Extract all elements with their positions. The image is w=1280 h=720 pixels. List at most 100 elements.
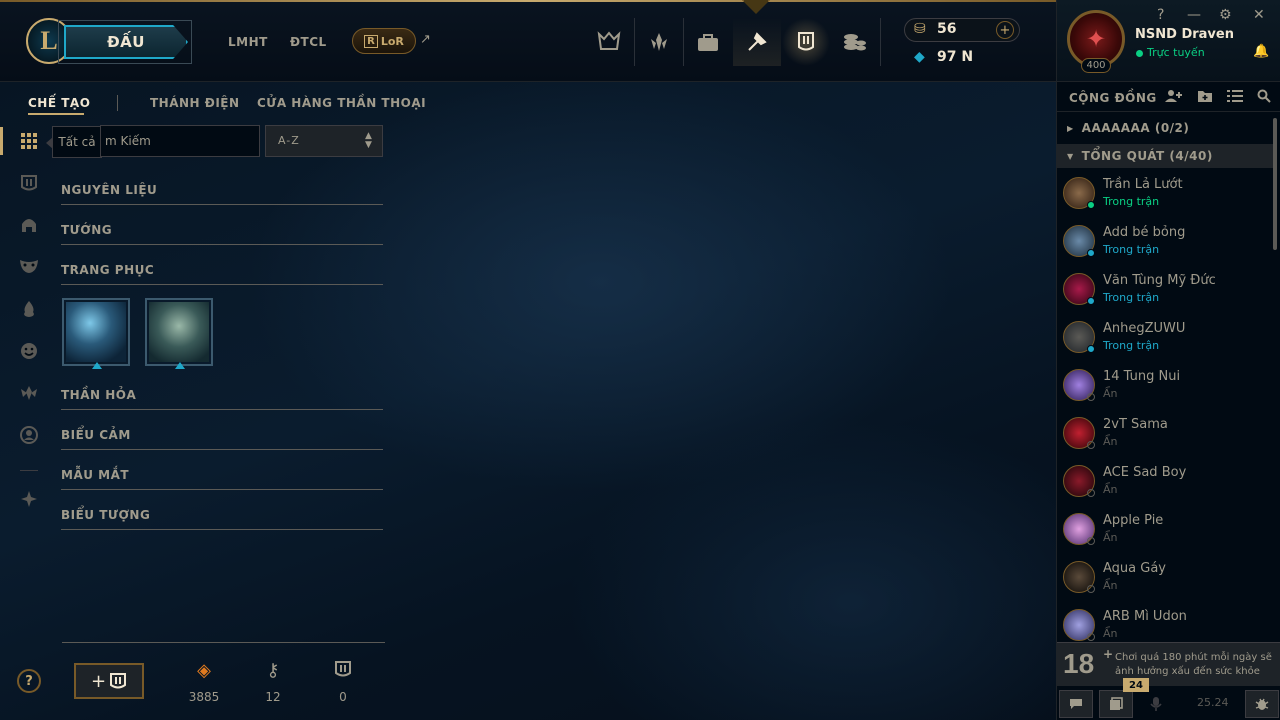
age-rating-plus: + [1103, 647, 1114, 661]
friend-status-dot [1087, 297, 1095, 305]
friend-status-dot [1087, 633, 1095, 641]
crafting-icon[interactable] [733, 18, 781, 66]
friend-list-item[interactable]: ARB Mì Udon Ẩn [1057, 603, 1273, 642]
category-skins[interactable]: TRANG PHỤC [61, 263, 383, 285]
filter-skins-icon[interactable] [16, 253, 42, 279]
friend-name: Trần Lả Lướt [1103, 177, 1183, 192]
friend-group-label: AAAAAAA (0/2) [1081, 121, 1190, 135]
nav-lor-label: LoR [380, 34, 404, 48]
skin-shard-tile[interactable] [62, 298, 130, 369]
blue-essence-icon: ◆ [914, 49, 925, 65]
help-button[interactable]: ? [17, 669, 41, 693]
add-chest-button[interactable]: + [74, 663, 144, 699]
rarity-indicator-icon [175, 362, 185, 369]
health-notice-text: Chơi quá 180 phút mỗi ngày sẽ ảnh hưởng … [1115, 652, 1272, 677]
friend-group[interactable]: ▶ AAAAAAA (0/2) [1057, 116, 1273, 140]
friend-status: Ẩn [1103, 387, 1118, 400]
chest-icon [110, 673, 127, 689]
tab-mythic-shop[interactable]: CỬA HÀNG THẦN THOẠI [257, 96, 426, 110]
skin-shard-tile[interactable] [145, 298, 213, 369]
friend-list-item[interactable]: Apple Pie Ẩn [1057, 507, 1273, 555]
voice-mic-icon[interactable] [1139, 690, 1173, 718]
filter-materials-icon[interactable] [16, 170, 42, 196]
settings-gear-icon[interactable]: ⚙ [1219, 7, 1232, 23]
filter-icons-icon[interactable] [16, 422, 42, 448]
bottom-divider [62, 642, 385, 643]
friend-list-item[interactable]: ACE Sad Boy Ẩn [1057, 459, 1273, 507]
friend-list-item[interactable]: 2vT Sama Ẩn [1057, 411, 1273, 459]
bug-report-icon[interactable] [1245, 690, 1279, 718]
filter-wards-icon[interactable] [16, 296, 42, 322]
online-status-text[interactable]: Trực tuyến [1147, 46, 1205, 59]
friend-status: Trong trận [1103, 243, 1160, 256]
friend-name: 2vT Sama [1103, 417, 1168, 432]
play-button[interactable]: ĐẤU [64, 25, 188, 59]
nav-dtcl[interactable]: ĐTCL [290, 35, 327, 49]
subnav-separator [117, 95, 118, 111]
friend-list-item[interactable]: Add bé bỏng Trong trận [1057, 219, 1273, 267]
filter-champions-icon[interactable] [16, 212, 42, 238]
buy-rp-button[interactable]: + [996, 21, 1014, 39]
close-icon[interactable]: ✕ [1253, 7, 1265, 23]
search-icon[interactable] [1257, 89, 1271, 107]
chest-count-icon [333, 660, 353, 683]
filter-tooltip: Tất cả [46, 126, 102, 158]
add-friend-icon[interactable] [1165, 89, 1183, 107]
rp-amount: 56 [937, 21, 957, 37]
chests-amount: 0 [339, 690, 347, 704]
filter-emotes-icon[interactable] [16, 338, 42, 364]
minimize-icon[interactable]: — [1187, 7, 1201, 23]
category-materials[interactable]: NGUYÊN LIỆU [61, 183, 383, 205]
caret-right-icon: ▶ [1067, 123, 1074, 133]
nav-lor-button[interactable]: R LoR [352, 28, 416, 54]
collection-icon[interactable] [782, 18, 830, 66]
friend-status-dot [1087, 201, 1095, 209]
friend-list-item[interactable]: Trần Lả Lướt Trong trận [1057, 171, 1273, 219]
search-input[interactable]: m Kiếm [100, 125, 260, 157]
sort-caret-icon: ▲ ▼ [365, 131, 373, 150]
loot-coins-icon[interactable] [831, 18, 879, 66]
ranked-icon[interactable] [635, 18, 683, 66]
skin-shard-image [149, 302, 209, 362]
filter-eye-colors-icon[interactable] [16, 380, 42, 406]
friend-group-label: TỔNG QUÁT (4/40) [1081, 149, 1213, 163]
profile-header: ✦ 400 NSND Draven Trực tuyến ? — ⚙ ✕ 🔔 [1057, 0, 1280, 82]
tab-sanctum[interactable]: THÁNH ĐIỆN [150, 96, 240, 110]
friend-name: Văn Tùng Mỹ Đức [1103, 273, 1216, 288]
help-icon[interactable]: ? [1157, 7, 1164, 23]
summoner-name[interactable]: NSND Draven [1135, 27, 1234, 42]
store-icon[interactable] [684, 18, 732, 66]
category-icons[interactable]: BIỂU TƯỢNG [61, 508, 383, 530]
friend-list-item[interactable]: 14 Tung Nui Ẩn [1057, 363, 1273, 411]
patch-version: 25.24 [1197, 696, 1229, 709]
missions-icon[interactable] [1099, 690, 1133, 718]
add-folder-icon[interactable] [1197, 89, 1213, 107]
category-emotes[interactable]: BIỂU CẢM [61, 428, 383, 450]
category-wards[interactable]: THẦN HỎA [61, 388, 383, 410]
sort-select[interactable]: A-Z ▲ ▼ [265, 125, 383, 157]
friend-status: Ẩn [1103, 531, 1118, 544]
filter-sanctum-icon[interactable] [16, 486, 42, 512]
esports-icon[interactable] [585, 18, 633, 66]
friend-group[interactable]: ▼ TỔNG QUÁT (4/40) [1057, 144, 1273, 168]
chat-icon[interactable] [1059, 690, 1093, 718]
friend-list-item[interactable]: AnhegZUWU Trong trận [1057, 315, 1273, 363]
friend-name: AnhegZUWU [1103, 321, 1186, 336]
friend-status-dot [1087, 585, 1095, 593]
category-champions[interactable]: TƯỚNG [61, 223, 383, 245]
online-status-dot [1136, 50, 1143, 57]
scrollbar[interactable] [1273, 118, 1277, 250]
list-view-icon[interactable] [1227, 89, 1243, 107]
nav-lmht[interactable]: LMHT [228, 35, 268, 49]
tab-crafting[interactable]: CHẾ TẠO [28, 96, 90, 110]
category-eye-colors[interactable]: MẪU MẮT [61, 468, 383, 490]
friend-status: Trong trận [1103, 291, 1160, 304]
friend-status-dot [1087, 249, 1095, 257]
notification-bell-icon[interactable]: 🔔 [1253, 44, 1269, 59]
friend-name: ARB Mì Udon [1103, 609, 1187, 624]
sort-select-value: A-Z [278, 134, 300, 147]
friend-status-dot [1087, 393, 1095, 401]
friend-list-item[interactable]: Văn Tùng Mỹ Đức Trong trận [1057, 267, 1273, 315]
friend-list-item[interactable]: Aqua Gáy Ẩn [1057, 555, 1273, 603]
filter-all-icon[interactable] [16, 128, 42, 154]
